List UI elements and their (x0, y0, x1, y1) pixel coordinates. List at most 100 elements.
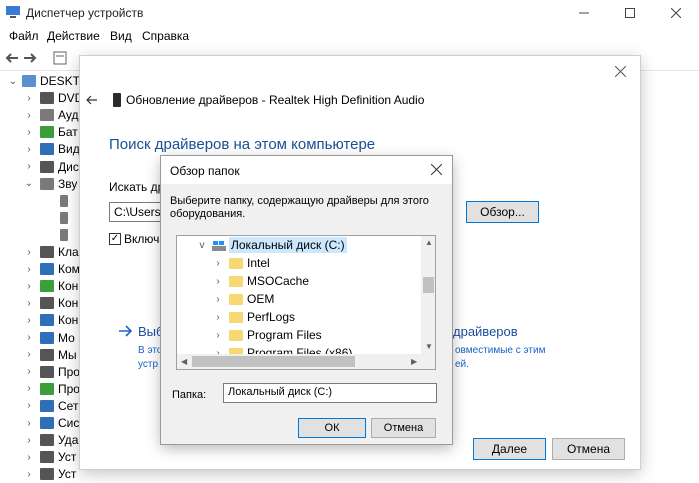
vertical-scrollbar[interactable]: ▲ ▼ (421, 236, 435, 354)
device-tree-item[interactable]: › Сет (0, 397, 90, 415)
update-dialog-back-button[interactable] (86, 92, 98, 108)
device-tree-item[interactable]: › Про (0, 380, 90, 398)
horizontal-scrollbar[interactable]: ◀ ▶ (177, 354, 435, 369)
device-icon (40, 468, 54, 481)
scroll-up-icon[interactable]: ▲ (425, 238, 433, 247)
pick-arrow-icon[interactable] (118, 322, 134, 343)
horizontal-scroll-thumb[interactable] (192, 356, 355, 367)
tree-root-row[interactable]: v Локальный диск (C:) (177, 236, 421, 254)
device-tree-item[interactable]: › Бат (0, 123, 90, 141)
maximize-icon (625, 8, 635, 18)
chevron-right-icon[interactable]: › (24, 127, 34, 138)
device-tree-item[interactable]: › Сис (0, 414, 90, 432)
device-tree-item[interactable]: › Ауд (0, 106, 90, 124)
back-arrow-icon[interactable] (4, 50, 20, 66)
chevron-right-icon[interactable]: › (24, 469, 34, 480)
chevron-right-icon[interactable]: › (24, 452, 34, 463)
device-tree-item[interactable]: ⌄ DESKTO (0, 72, 90, 90)
device-icon (40, 177, 54, 190)
browse-button[interactable]: Обзор... (466, 201, 539, 223)
chevron-right-icon[interactable]: › (24, 435, 34, 446)
chevron-right-icon[interactable]: › (24, 298, 34, 309)
device-tree-item[interactable] (0, 209, 90, 227)
menu-help[interactable]: Справка (142, 29, 189, 43)
chevron-right-icon[interactable]: › (24, 161, 34, 172)
scroll-right-icon[interactable]: ▶ (411, 357, 417, 366)
device-icon (22, 75, 36, 87)
ok-button[interactable]: ОК (298, 418, 366, 438)
chevron-down-icon[interactable]: v (197, 240, 207, 251)
device-tree-item[interactable]: › Уст (0, 448, 90, 466)
scroll-left-icon[interactable]: ◀ (181, 357, 187, 366)
menu-file[interactable]: Файл (9, 29, 39, 43)
menu-action[interactable]: Действие (47, 29, 100, 43)
device-tree-item[interactable] (0, 192, 90, 210)
chevron-right-icon[interactable]: › (24, 366, 34, 377)
tree-root-label[interactable]: Локальный диск (C:) (229, 237, 347, 253)
device-tree-item[interactable]: › Кла (0, 243, 90, 261)
chevron-right-icon[interactable]: › (24, 418, 34, 429)
update-dialog-close-button[interactable] (614, 64, 627, 80)
device-tree-item[interactable]: › DVD (0, 89, 90, 107)
device-tree-item[interactable]: › Дис (0, 158, 90, 176)
device-tree-item[interactable]: › Про (0, 363, 90, 381)
next-button[interactable]: Далее (473, 438, 546, 460)
device-tree-item[interactable] (0, 226, 90, 244)
device-tree-item[interactable]: › Кон (0, 311, 90, 329)
device-tree-item[interactable]: › Вид (0, 140, 90, 158)
folder-tree-item[interactable]: › PerfLogs (177, 308, 421, 326)
chevron-right-icon[interactable]: › (24, 264, 34, 275)
scroll-down-icon[interactable]: ▼ (425, 342, 433, 351)
folder-tree-item[interactable]: › Program Files (177, 326, 421, 344)
chevron-right-icon[interactable]: › (213, 312, 223, 323)
update-cancel-button[interactable]: Отмена (552, 438, 625, 460)
folder-tree-label: Intel (247, 256, 270, 270)
maximize-button[interactable] (607, 0, 653, 26)
browse-dialog-close-button[interactable] (430, 162, 443, 178)
folder-icon (229, 330, 243, 341)
browse-dialog-title: Обзор папок (170, 164, 240, 178)
menu-view[interactable]: Вид (110, 29, 132, 43)
device-tree-item[interactable]: › Уст (0, 465, 90, 483)
device-tree-item[interactable]: › Уда (0, 431, 90, 449)
vertical-scroll-thumb[interactable] (423, 277, 434, 293)
chevron-right-icon[interactable]: › (213, 330, 223, 341)
folder-tree-item[interactable]: › MSOCache (177, 272, 421, 290)
chevron-right-icon[interactable]: › (24, 93, 34, 104)
pick-from-list-link-tail[interactable]: драйверов (453, 324, 518, 339)
chevron-right-icon[interactable]: › (213, 276, 223, 287)
chevron-right-icon[interactable]: › (24, 281, 34, 292)
device-tree: ⌄ DESKTO › DVD › Ауд › Бат › Вид › Дис ⌄ Зву › Кла › Ком ›… (0, 72, 90, 481)
device-icon (40, 417, 54, 429)
folder-tree-item[interactable]: › Intel (177, 254, 421, 272)
chevron-right-icon[interactable]: › (24, 349, 34, 360)
chevron-right-icon[interactable]: › (24, 400, 34, 411)
chevron-right-icon[interactable]: › (24, 383, 34, 394)
close-window-button[interactable] (653, 0, 699, 26)
chevron-down-icon[interactable]: ⌄ (24, 178, 34, 189)
chevron-right-icon[interactable]: › (24, 110, 34, 121)
chevron-down-icon[interactable]: ⌄ (8, 76, 18, 87)
device-tree-item[interactable]: › Мы (0, 346, 90, 364)
device-tree-item[interactable]: › Ком (0, 260, 90, 278)
minimize-button[interactable] (561, 0, 607, 26)
chevron-right-icon[interactable]: › (24, 315, 34, 326)
include-subfolders-checkbox[interactable]: ✓ (109, 233, 121, 245)
folder-tree[interactable]: v Локальный диск (C:) › Intel › MSOCache › OE… (176, 235, 436, 370)
folder-tree-item[interactable]: › OEM (177, 290, 421, 308)
forward-arrow-icon[interactable] (22, 50, 38, 66)
chevron-right-icon[interactable]: › (24, 144, 34, 155)
pick-from-list-link[interactable]: Выб (138, 324, 163, 339)
device-tree-label: Про (58, 364, 80, 379)
device-tree-item[interactable]: › Кон (0, 277, 90, 295)
browse-cancel-button[interactable]: Отмена (371, 418, 436, 438)
device-tree-item[interactable]: ⌄ Зву (0, 175, 90, 193)
device-tree-item[interactable]: › Кон (0, 294, 90, 312)
chevron-right-icon[interactable]: › (213, 258, 223, 269)
properties-icon[interactable] (52, 50, 68, 66)
chevron-right-icon[interactable]: › (213, 294, 223, 305)
device-tree-item[interactable]: › Мо (0, 329, 90, 347)
folder-field-input[interactable]: Локальный диск (C:) (223, 383, 437, 403)
chevron-right-icon[interactable]: › (24, 247, 34, 258)
chevron-right-icon[interactable]: › (24, 332, 34, 343)
